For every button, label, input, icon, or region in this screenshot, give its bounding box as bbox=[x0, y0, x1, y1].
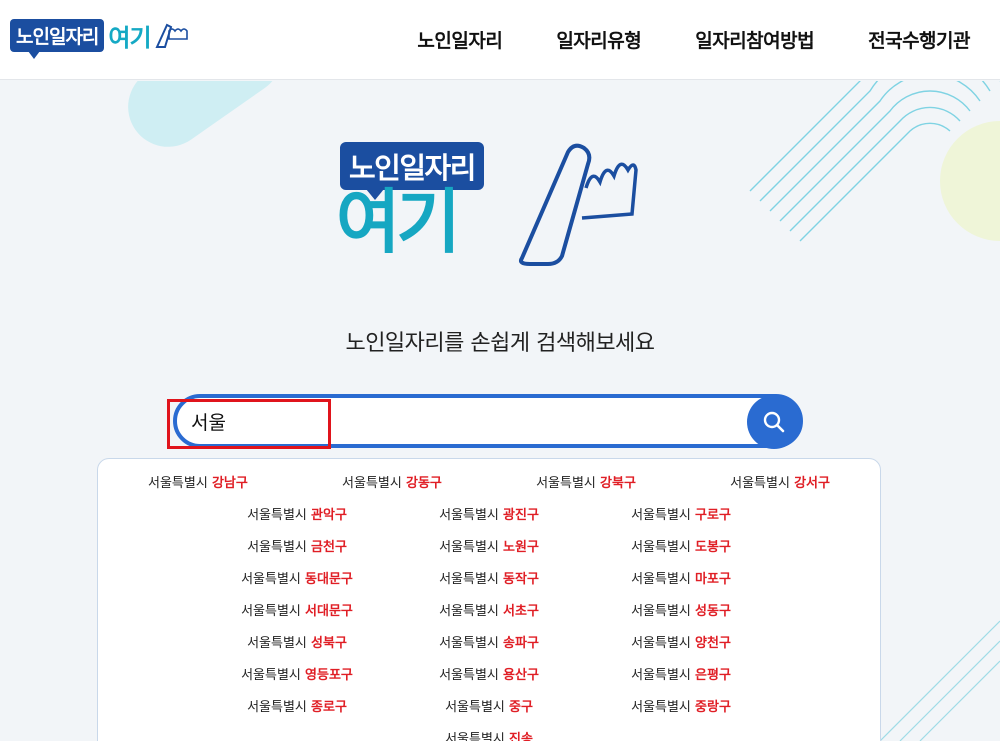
nav-senior-jobs[interactable]: 노인일자리 bbox=[417, 26, 502, 53]
site-header: 노인일자리 여기 노인일자리 일자리유형 일자리참여방법 전국수행기관 bbox=[0, 0, 1000, 80]
search-input[interactable] bbox=[191, 406, 731, 436]
suggestion-item[interactable]: 서울특별시 광진구 bbox=[393, 504, 585, 523]
search-tagline: 노인일자리를 손쉽게 검색해보세요 bbox=[345, 331, 655, 356]
suggestion-row: 서울특별시 성북구 서울특별시 송파구 서울특별시 양천구 bbox=[98, 625, 880, 657]
suggestion-row: 서울특별시 금천구 서울특별시 노원구 서울특별시 도봉구 bbox=[98, 529, 880, 561]
suggestion-item[interactable]: 서울특별시 종로구 bbox=[201, 696, 393, 715]
suggestion-item[interactable]: 서울특별시 은평구 bbox=[585, 664, 777, 683]
hero-logo-word: 여기 bbox=[336, 181, 461, 263]
main-nav: 노인일자리 일자리유형 일자리참여방법 전국수행기관 bbox=[417, 26, 970, 53]
nav-agencies[interactable]: 전국수행기관 bbox=[868, 26, 970, 53]
suggestion-item[interactable]: 서울특별시 도봉구 bbox=[585, 536, 777, 555]
nav-how-to-participate[interactable]: 일자리참여방법 bbox=[695, 26, 814, 53]
search-bar bbox=[173, 394, 803, 449]
suggestion-item[interactable]: 서울특별시 중랑구 bbox=[585, 696, 777, 715]
suggestion-item[interactable]: 서울특별시 금천구 bbox=[201, 536, 393, 555]
logo-word: 여기 bbox=[108, 24, 151, 52]
suggestion-item[interactable]: 서울특별시 서대문구 bbox=[201, 600, 393, 619]
suggestion-item[interactable]: 서울특별시 영등포구 bbox=[201, 664, 393, 683]
search-icon bbox=[763, 411, 785, 433]
site-logo[interactable]: 노인일자리 여기 bbox=[10, 18, 191, 59]
suggestion-item[interactable]: 서울특별시 구로구 bbox=[585, 504, 777, 523]
suggestion-row: 서울특별시 영등포구 서울특별시 용산구 서울특별시 은평구 bbox=[98, 657, 880, 689]
suggestion-item[interactable]: 서울특별시 동작구 bbox=[393, 568, 585, 587]
suggestion-item[interactable]: 서울특별시 진송 bbox=[393, 728, 585, 741]
suggestion-item[interactable]: 서울특별시 마포구 bbox=[585, 568, 777, 587]
suggestion-item[interactable]: 서울특별시 강북구 bbox=[536, 472, 636, 491]
suggestion-row: 서울특별시 종로구 서울특별시 중구 서울특별시 중랑구 bbox=[98, 689, 880, 721]
suggestion-row: 서울특별시 관악구 서울특별시 광진구 서울특별시 구로구 bbox=[98, 497, 880, 529]
suggestion-row: 서울특별시 진송 bbox=[98, 721, 880, 741]
hero-logo: 노인일자리 여기 bbox=[336, 138, 656, 268]
pointing-hand-icon bbox=[155, 23, 188, 48]
autocomplete-dropdown: 서울특별시 강남구 서울특별시 강동구 서울특별시 강북구 서울특별시 강서구 … bbox=[97, 458, 881, 741]
suggestion-item[interactable]: 서울특별시 성동구 bbox=[585, 600, 777, 619]
nav-job-types[interactable]: 일자리유형 bbox=[556, 26, 641, 53]
suggestion-row: 서울특별시 동대문구 서울특별시 동작구 서울특별시 마포구 bbox=[98, 561, 880, 593]
hero-pointing-hand-icon bbox=[519, 143, 638, 266]
logo-box-text: 노인일자리 bbox=[10, 19, 105, 59]
suggestion-item[interactable]: 서울특별시 송파구 bbox=[393, 632, 585, 651]
suggestion-item[interactable]: 서울특별시 노원구 bbox=[393, 536, 585, 555]
suggestion-row: 서울특별시 강남구 서울특별시 강동구 서울특별시 강북구 서울특별시 강서구 bbox=[98, 465, 880, 497]
suggestion-item[interactable]: 서울특별시 강서구 bbox=[730, 472, 830, 491]
suggestion-row: 서울특별시 서대문구 서울특별시 서초구 서울특별시 성동구 bbox=[98, 593, 880, 625]
suggestion-item[interactable]: 서울특별시 성북구 bbox=[201, 632, 393, 651]
suggestion-item[interactable]: 서울특별시 관악구 bbox=[201, 504, 393, 523]
suggestion-item[interactable]: 서울특별시 강남구 bbox=[148, 472, 248, 491]
suggestion-item[interactable]: 서울특별시 중구 bbox=[393, 696, 585, 715]
suggestion-item[interactable]: 서울특별시 동대문구 bbox=[201, 568, 393, 587]
suggestion-item[interactable]: 서울특별시 용산구 bbox=[393, 664, 585, 683]
search-button[interactable] bbox=[747, 395, 801, 449]
suggestion-item[interactable]: 서울특별시 양천구 bbox=[585, 632, 777, 651]
suggestion-item[interactable]: 서울특별시 서초구 bbox=[393, 600, 585, 619]
suggestion-item[interactable]: 서울특별시 강동구 bbox=[342, 472, 442, 491]
